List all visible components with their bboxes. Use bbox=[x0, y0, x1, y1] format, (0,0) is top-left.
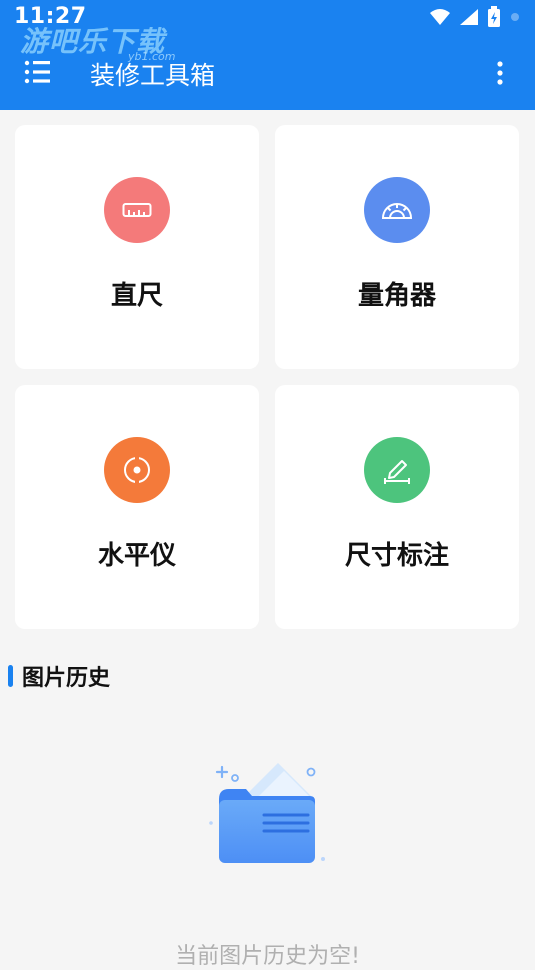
notification-dot-icon bbox=[511, 13, 519, 21]
wifi-icon bbox=[430, 9, 450, 25]
ruler-icon bbox=[104, 177, 170, 243]
history-section-title: 图片历史 bbox=[22, 666, 111, 691]
app-bar: 11:27 游吧乐下载 yb1.com 装修工具箱 bbox=[0, 0, 535, 110]
tool-label-protractor: 量角器 bbox=[357, 281, 436, 311]
tool-card-level[interactable]: 水平仪 bbox=[15, 385, 259, 629]
battery-icon bbox=[488, 6, 500, 27]
tool-label-level: 水平仪 bbox=[97, 541, 176, 571]
tool-card-dimension[interactable]: 尺寸标注 bbox=[275, 385, 519, 629]
dimension-pencil-icon bbox=[364, 437, 430, 503]
empty-folder-illustration-icon bbox=[209, 763, 325, 863]
tool-label-ruler: 直尺 bbox=[110, 281, 163, 311]
menu-icon[interactable] bbox=[22, 58, 54, 86]
protractor-icon bbox=[364, 177, 430, 243]
app-title: 装修工具箱 bbox=[90, 61, 216, 90]
status-icons bbox=[429, 6, 521, 28]
tool-card-ruler[interactable]: 直尺 bbox=[15, 125, 259, 369]
history-section-header: 图片历史 bbox=[8, 660, 110, 692]
section-accent-bar bbox=[8, 665, 13, 687]
tool-card-protractor[interactable]: 量角器 bbox=[275, 125, 519, 369]
tool-label-dimension: 尺寸标注 bbox=[344, 541, 449, 571]
more-options-icon[interactable] bbox=[495, 60, 505, 86]
level-icon bbox=[104, 437, 170, 503]
history-empty-text: 当前图片历史为空! bbox=[175, 944, 360, 969]
cellular-signal-icon bbox=[460, 9, 478, 25]
